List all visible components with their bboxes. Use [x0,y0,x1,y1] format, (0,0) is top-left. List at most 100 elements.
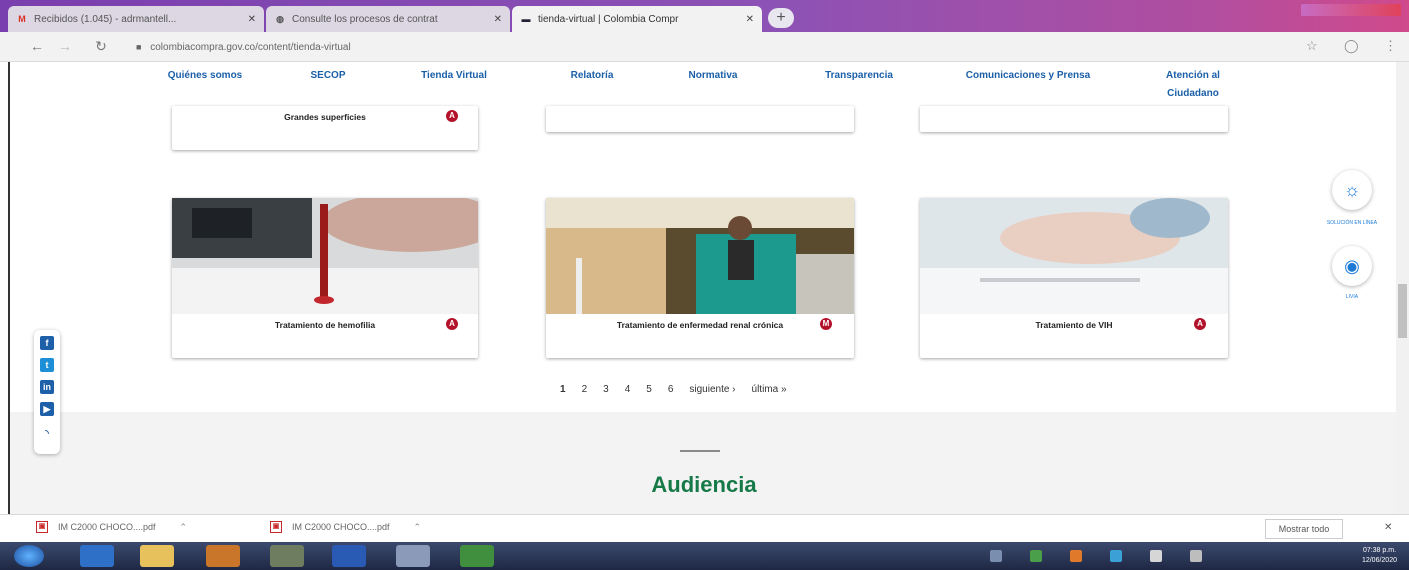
page-3[interactable]: 3 [603,384,609,395]
hemofilia-image [172,198,478,314]
cce-icon: ▬ [521,14,531,24]
show-all-button[interactable]: Mostrar todo [1265,519,1343,539]
card-caption: Tratamiento de enfermedad renal crónica [616,320,784,330]
tab-tienda-virtual[interactable]: ▬ tienda-virtual | Colombia Compr ✕ [512,6,762,32]
nav-atencion-ciudadano[interactable]: Atención al Ciudadano [1148,67,1238,103]
product-card-hemofilia[interactable]: Tratamiento de hemofilia A [172,198,478,358]
tray-icon[interactable] [1070,550,1082,562]
reload-icon[interactable]: ↻ [92,38,110,55]
clock-time: 07:38 p.m. [1362,547,1397,554]
window-controls[interactable] [1301,4,1401,16]
excel-icon[interactable] [460,545,494,567]
product-card-top-3[interactable] [920,106,1228,132]
page-2[interactable]: 2 [582,384,588,395]
nav-tienda-virtual[interactable]: Tienda Virtual [402,67,506,85]
clock-date: 12/06/2020 [1361,557,1397,564]
vih-image [920,198,1228,314]
star-icon[interactable]: ☆ [1306,38,1318,54]
audience-section [10,412,1396,514]
forward-icon[interactable]: → [56,38,74,54]
page-scrollbar[interactable] [1396,62,1409,514]
section-divider [680,450,720,452]
file-explorer-icon[interactable] [140,545,174,567]
new-tab-button[interactable]: + [768,8,794,28]
page-5[interactable]: 5 [646,384,652,395]
volume-icon[interactable] [1150,550,1162,562]
menu-icon[interactable]: ⋮ [1384,38,1397,54]
badge-icon: M [820,318,832,330]
next-page-link[interactable]: siguiente › [689,384,735,395]
badge-icon: A [446,110,458,122]
facebook-icon[interactable]: f [40,336,54,350]
badge-icon: A [1194,318,1206,330]
web-page: Quiénes somos SECOP Tienda Virtual Relat… [8,62,1396,514]
last-page-link[interactable]: última » [752,384,787,395]
address-bar[interactable]: ■ colombiacompra.gov.co/content/tienda-v… [126,37,1286,57]
main-navigation: Quiénes somos SECOP Tienda Virtual Relat… [10,62,1396,110]
nav-normativa[interactable]: Normativa [670,67,756,85]
widget-label: LIVIA [1345,294,1359,300]
badge-icon: A [446,318,458,330]
section-title: Audiencia [651,472,757,497]
tray-icon[interactable] [1110,550,1122,562]
system-clock[interactable]: 07:38 p.m. 12/06/2020 [1362,546,1397,566]
tab-title: tienda-virtual | Colombia Compr [538,13,679,25]
windows-taskbar: 07:38 p.m. 12/06/2020 [0,542,1409,570]
globe-icon: ◍ [276,14,284,24]
profile-icon[interactable]: ◯ [1344,38,1359,54]
product-card-top-2[interactable] [546,106,854,132]
social-sidebar: f t in ▶ ◝ [34,330,60,454]
nav-relatoria[interactable]: Relatoría [552,67,632,85]
nav-quienes-somos[interactable]: Quiénes somos [152,67,258,85]
media-player-icon[interactable] [206,545,240,567]
internet-explorer-icon[interactable] [80,545,114,567]
browser-tab-strip: M Recibidos (1.045) - adrmantell... ✕ ◍ … [0,0,1409,32]
url-text: colombiacompra.gov.co/content/tienda-vir… [150,42,351,53]
linkedin-icon[interactable]: in [40,380,54,394]
tray-icon[interactable] [990,550,1002,562]
product-card-vih[interactable]: Tratamiento de VIH A [920,198,1228,358]
close-icon[interactable]: ✕ [1384,522,1392,533]
app-icon[interactable] [270,545,304,567]
tab-title: Consulte los procesos de contrat [292,13,438,25]
download-item[interactable]: ▣ IM C2000 CHOCO....pdf ⌃ [36,521,187,533]
pagination: 1 2 3 4 5 6 siguiente › última » [560,384,787,395]
back-icon[interactable]: ← [28,38,46,54]
tab-title: Recibidos (1.045) - adrmantell... [34,13,177,25]
page-1[interactable]: 1 [560,384,566,395]
product-card-top-1[interactable]: Grandes superficies A [172,106,478,150]
card-caption: Tratamiento de hemofilia [274,320,376,330]
start-button[interactable] [14,545,44,567]
tab-close-icon[interactable]: ✕ [494,14,502,25]
nav-comunicaciones[interactable]: Comunicaciones y Prensa [960,67,1096,85]
lock-icon: ■ [136,42,142,52]
chevron-up-icon[interactable]: ⌃ [180,522,188,533]
product-card-renal[interactable]: Tratamiento de enfermedad renal crónica … [546,198,854,358]
tab-secop[interactable]: ◍ Consulte los procesos de contrat ✕ [266,6,510,32]
rss-icon[interactable]: ◝ [40,426,54,440]
download-item[interactable]: ▣ IM C2000 CHOCO....pdf ⌃ [270,521,421,533]
download-bar: ▣ IM C2000 CHOCO....pdf ⌃ ▣ IM C2000 CHO… [0,514,1409,542]
page-6[interactable]: 6 [668,384,674,395]
chat-icon[interactable]: ◉ [1332,246,1372,286]
youtube-icon[interactable]: ▶ [40,402,54,416]
word-icon[interactable] [332,545,366,567]
card-caption: Grandes superficies [284,112,366,122]
scrollbar-thumb[interactable] [1398,284,1407,338]
gmail-icon: M [18,14,26,24]
page-4[interactable]: 4 [625,384,631,395]
lightbulb-icon[interactable]: ☼ [1332,170,1372,210]
chrome-icon[interactable] [396,545,430,567]
card-caption: Tratamiento de VIH [1035,320,1113,330]
nav-secop[interactable]: SECOP [298,67,358,85]
twitter-icon[interactable]: t [40,358,54,372]
network-icon[interactable] [1190,550,1202,562]
browser-toolbar: ← → ↻ ■ colombiacompra.gov.co/content/ti… [0,32,1409,62]
chevron-up-icon[interactable]: ⌃ [414,522,422,533]
nav-transparencia[interactable]: Transparencia [806,67,912,85]
tray-icon[interactable] [1030,550,1042,562]
tab-gmail[interactable]: M Recibidos (1.045) - adrmantell... ✕ [8,6,264,32]
tab-close-icon[interactable]: ✕ [746,14,754,25]
tab-close-icon[interactable]: ✕ [248,14,256,25]
renal-image [546,198,854,314]
